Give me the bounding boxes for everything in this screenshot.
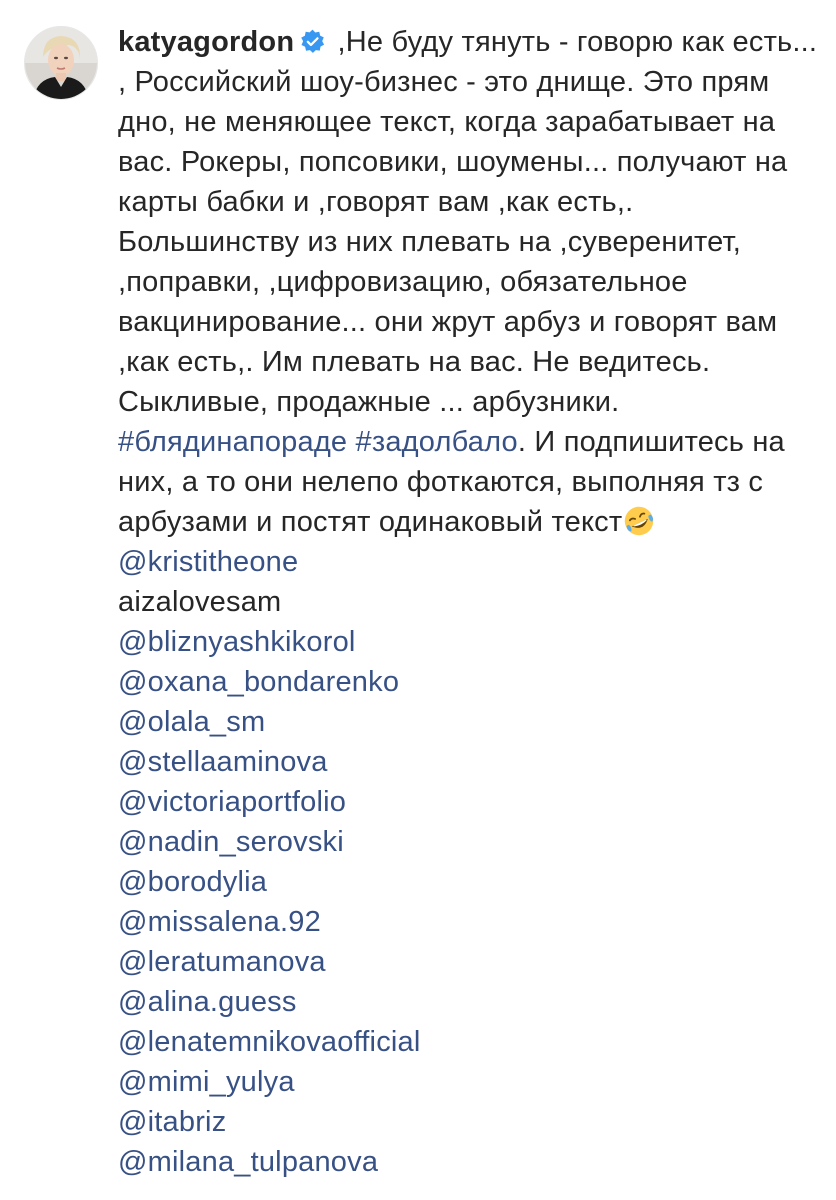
mention-link[interactable]: @milana_tulpanova	[118, 1146, 378, 1178]
instagram-caption-comment: katyagordon ,Не буду тянуть - говорю как…	[0, 0, 836, 1200]
mention-item: @leratumanova	[118, 942, 818, 982]
mention-item: @borodylia	[118, 862, 818, 902]
caption-text-part-1: ,Не буду тянуть - говорю как есть... , Р…	[118, 26, 818, 418]
caption-text: katyagordon ,Не буду тянуть - говорю как…	[118, 22, 818, 542]
mentions-list: @kristitheone aizalovesam @bliznyashkikoro…	[118, 542, 818, 1182]
hashtag-link[interactable]: #блядинапораде	[118, 426, 347, 458]
mention-item: @mimi_yulya	[118, 1062, 818, 1102]
mention-item: @olala_sm	[118, 702, 818, 742]
username-link[interactable]: katyagordon	[118, 26, 294, 58]
mention-item: @stellaaminova	[118, 742, 818, 782]
mention-link[interactable]: @kristitheone	[118, 546, 298, 578]
mention-item: @victoriaportfolio	[118, 782, 818, 822]
avatar[interactable]	[24, 26, 98, 100]
mention-item: @itabriz	[118, 1102, 818, 1142]
mention-link[interactable]: @oxana_bondarenko	[118, 666, 399, 698]
mention-link[interactable]: @leratumanova	[118, 946, 326, 978]
mention-plain-text: aizalovesam	[118, 586, 282, 618]
mention-link[interactable]: @bliznyashkikorol	[118, 626, 356, 658]
mention-link[interactable]: @itabriz	[118, 1106, 226, 1138]
mention-link[interactable]: @olala_sm	[118, 706, 265, 738]
mention-item: @milana_tulpanova	[118, 1142, 818, 1182]
mention-link[interactable]: @lenatemnikovaofficial	[118, 1026, 421, 1058]
mention-link[interactable]: @mimi_yulya	[118, 1066, 295, 1098]
mention-item: @bliznyashkikorol	[118, 622, 818, 662]
mention-link[interactable]: @borodylia	[118, 866, 267, 898]
mention-link[interactable]: @victoriaportfolio	[118, 786, 346, 818]
verified-badge-icon	[300, 25, 325, 53]
caption-container: katyagordon ,Не буду тянуть - говорю как…	[118, 22, 818, 1182]
mention-item: @missalena.92	[118, 902, 818, 942]
mention-item: @alina.guess	[118, 982, 818, 1022]
hashtag-link[interactable]: #задолбало	[356, 426, 518, 458]
mention-link[interactable]: @nadin_serovski	[118, 826, 344, 858]
mention-link[interactable]: @stellaaminova	[118, 746, 328, 778]
mention-item: @lenatemnikovaofficial	[118, 1022, 818, 1062]
mention-item: aizalovesam	[118, 582, 818, 622]
mention-item: @nadin_serovski	[118, 822, 818, 862]
mention-item: @kristitheone	[118, 542, 818, 582]
mention-link[interactable]: @missalena.92	[118, 906, 321, 938]
rolling-on-floor-laughing-emoji-icon	[623, 505, 655, 537]
mention-link[interactable]: @alina.guess	[118, 986, 297, 1018]
profile-photo-icon	[25, 27, 97, 99]
mention-item: @oxana_bondarenko	[118, 662, 818, 702]
